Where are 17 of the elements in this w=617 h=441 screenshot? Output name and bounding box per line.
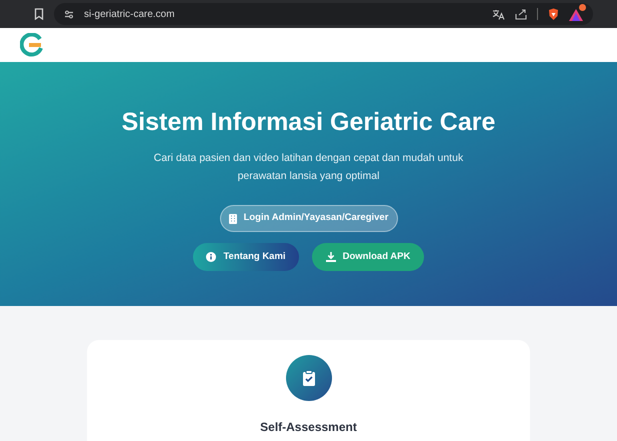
bookmark-icon[interactable] [34, 8, 44, 20]
info-icon [206, 252, 216, 262]
triangle-icon[interactable] [569, 9, 583, 21]
share-icon[interactable] [515, 8, 527, 20]
logo-icon[interactable] [20, 33, 44, 57]
hero-subtitle: Cari data pasien dan video latihan dengan cepat dan mudah untuk perawatan lansia yang optimal [152, 151, 464, 184]
translate-icon[interactable] [492, 8, 505, 20]
about-button[interactable]: Tentang Kami [193, 243, 299, 271]
clipboard-icon [286, 355, 332, 401]
hero-title: Sistem Informasi Geriatric Care [122, 107, 496, 137]
download-icon [326, 252, 336, 262]
card-title: Self-Assessment [260, 419, 357, 436]
site-settings-icon[interactable] [64, 10, 74, 18]
address-bar[interactable]: si-geriatric-care.com [54, 3, 593, 25]
building-icon [228, 214, 237, 224]
url-text: si-geriatric-care.com [84, 8, 175, 22]
shield-icon[interactable] [548, 8, 559, 20]
